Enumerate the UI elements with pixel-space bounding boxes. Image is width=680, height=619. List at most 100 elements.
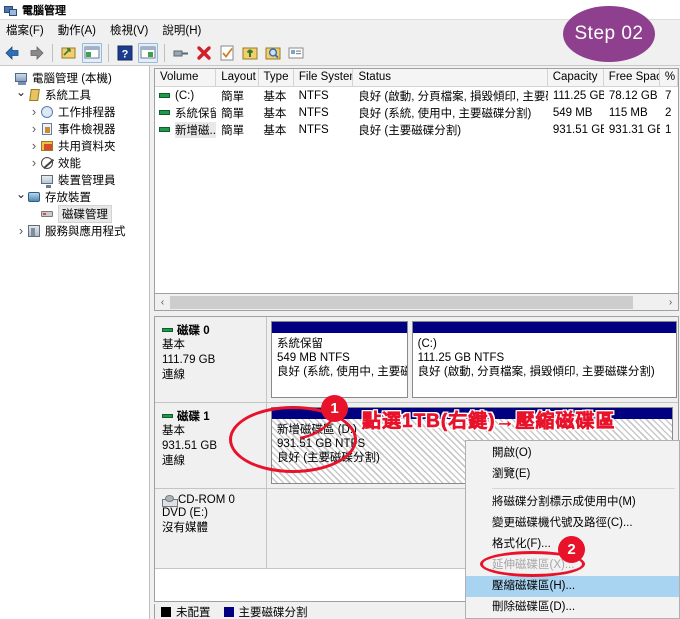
show-tree-icon[interactable] xyxy=(82,42,102,63)
partition-size: 111.25 GB NTFS xyxy=(417,352,505,364)
chevron-right-icon[interactable] xyxy=(28,122,40,135)
percent-cell: 7 xyxy=(664,89,672,102)
tree-item-label: 工作排程器 xyxy=(58,106,116,119)
tools-icon xyxy=(27,88,42,102)
volume-cell: 新增磁... xyxy=(155,121,217,138)
context-menu-item-8[interactable]: 刪除磁碟區(D)... xyxy=(466,597,679,618)
partition-color-bar xyxy=(412,322,676,333)
menu-view[interactable]: 檢視(V) xyxy=(110,22,148,38)
tree-item-7[interactable]: 存放裝置 xyxy=(2,188,149,205)
disk-name-label: CD-ROM 0 xyxy=(178,494,235,506)
free-space-cell: 931.31 GB xyxy=(608,123,660,136)
scroll-left-icon[interactable]: ‹ xyxy=(155,295,170,310)
help-icon[interactable]: ? xyxy=(115,43,135,63)
column-header-type[interactable]: Type xyxy=(259,69,294,86)
scrollbar-track[interactable] xyxy=(170,294,663,310)
disk-icon xyxy=(162,414,173,418)
percent-cell: 1 xyxy=(664,123,672,136)
volume-list[interactable]: Volume Layout Type File System Status Ca… xyxy=(154,68,679,294)
computer-management-icon xyxy=(4,3,18,17)
disk-management-icon xyxy=(40,207,55,221)
chevron-right-icon[interactable] xyxy=(28,105,40,118)
table-row[interactable]: 新增磁... 簡單 基本 NTFS 良好 (主要磁碟分割) 931.51 GB 931.31… xyxy=(155,121,678,138)
context-menu-item-4[interactable]: 變更磁碟機代號及路徑(C)... xyxy=(466,513,679,534)
tree-item-1[interactable]: 系統工具 xyxy=(2,86,149,103)
partition-title: (C:) xyxy=(417,338,437,350)
toolbar-separator xyxy=(52,43,53,62)
chevron-right-icon[interactable] xyxy=(28,139,40,152)
context-menu-item-7[interactable]: 壓縮磁碟區(H)... xyxy=(466,576,679,597)
column-header-percent[interactable]: % xyxy=(660,69,678,86)
tree-item-8[interactable]: 磁碟管理 xyxy=(2,204,149,223)
tree-item-5[interactable]: 效能 xyxy=(2,154,149,171)
clock-icon xyxy=(40,105,55,119)
disk-row-0[interactable]: 磁碟 0 基本 111.79 GB 連線 系統保留 549 MB NTFS 良好 (系統, … xyxy=(155,317,678,403)
disk-info-panel[interactable]: 磁碟 0 基本 111.79 GB 連線 xyxy=(155,317,267,402)
type-cell: 基本 xyxy=(263,124,287,137)
column-header-file-system[interactable]: File System xyxy=(294,69,354,86)
menu-file[interactable]: 檔案(F) xyxy=(6,22,44,38)
scroll-right-icon[interactable]: › xyxy=(663,295,678,310)
callout-badge-2-label: 2 xyxy=(567,541,576,558)
toolbar-separator xyxy=(164,43,165,62)
chevron-right-icon[interactable] xyxy=(15,224,27,237)
volume-name: (C:) xyxy=(175,89,195,102)
type-cell: 基本 xyxy=(263,90,287,103)
context-menu-item-0[interactable]: 開啟(O) xyxy=(466,443,679,464)
table-row[interactable]: 系統保留簡單 基本 NTFS 良好 (系統, 使用中, 主要磁碟分割) 549 MB 11… xyxy=(155,104,678,121)
tree-item-9[interactable]: 服務與應用程式 xyxy=(2,222,149,239)
context-menu-item-1[interactable]: 瀏覽(E) xyxy=(466,464,679,485)
disk-name-label: 磁碟 0 xyxy=(177,325,210,337)
volume-list-hscrollbar[interactable]: ‹ › xyxy=(154,294,679,311)
partition-block[interactable]: (C:) 111.25 GB NTFS 良好 (啟動, 分頁檔案, 損毀傾印, 主要… xyxy=(411,321,677,398)
up-folder-icon[interactable] xyxy=(59,43,79,63)
chevron-down-icon[interactable] xyxy=(15,191,27,203)
properties-icon[interactable] xyxy=(217,43,237,63)
forward-arrow-icon[interactable] xyxy=(26,43,46,63)
partition-block[interactable]: 系統保留 549 MB NTFS 良好 (系統, 使用中, 主要磁碟 xyxy=(271,321,408,398)
disk-info-panel[interactable]: CD-ROM 0 DVD (E:) 沒有媒體 xyxy=(155,489,267,568)
menu-help[interactable]: 說明(H) xyxy=(162,22,201,38)
disk-name-label: 磁碟 1 xyxy=(177,411,210,423)
column-header-volume[interactable]: Volume xyxy=(155,69,217,86)
tree-item-label: 電腦管理 (本機) xyxy=(32,72,112,85)
context-menu-item-3[interactable]: 將磁碟分割標示成使用中(M) xyxy=(466,492,679,513)
column-header-layout[interactable]: Layout xyxy=(216,69,259,86)
storage-icon xyxy=(27,190,42,204)
delete-icon[interactable] xyxy=(194,43,214,63)
disk-detail-line: 111.79 GB xyxy=(162,354,216,366)
column-header-free-space[interactable]: Free Space xyxy=(604,69,660,86)
partition-context-menu[interactable]: 開啟(O) 瀏覽(E) 將磁碟分割標示成使用中(M) 變更磁碟機代號及路徑(C)...… xyxy=(465,440,680,619)
event-viewer-icon xyxy=(40,122,55,136)
toolbar-separator xyxy=(108,43,109,62)
scrollbar-thumb[interactable] xyxy=(170,295,634,309)
tree-item-3[interactable]: 事件檢視器 xyxy=(2,120,149,137)
connect-icon[interactable] xyxy=(171,43,191,63)
performance-icon xyxy=(40,156,55,170)
disk-name: CD-ROM 0 xyxy=(162,494,266,507)
detail-view-icon[interactable] xyxy=(286,43,306,63)
status-cell: 良好 (啟動, 分頁檔案, 損毀傾印, 主要磁碟分割) xyxy=(358,90,548,103)
tree-item-2[interactable]: 工作排程器 xyxy=(2,103,149,120)
back-arrow-icon[interactable] xyxy=(3,43,23,63)
tree-item-6[interactable]: 裝置管理員 xyxy=(2,171,149,188)
column-header-status[interactable]: Status xyxy=(353,69,548,86)
menu-action[interactable]: 動作(A) xyxy=(58,22,96,38)
chevron-down-icon[interactable] xyxy=(15,89,27,101)
chevron-right-icon[interactable] xyxy=(28,156,40,169)
tree-item-4[interactable]: 共用資料夾 xyxy=(2,137,149,154)
window-title: 電腦管理 xyxy=(22,4,66,17)
show-action-pane-icon[interactable] xyxy=(138,42,158,63)
tree-item-0[interactable]: 電腦管理 (本機) xyxy=(2,69,149,86)
partition-status: 良好 (啟動, 分頁檔案, 損毀傾印, 主要磁碟分割) xyxy=(417,366,655,378)
disk-detail-line: 基本 xyxy=(162,339,185,351)
disk-info-panel[interactable]: 磁碟 1 基本 931.51 GB 連線 xyxy=(155,403,267,488)
tree-item-label: 裝置管理員 xyxy=(58,174,116,187)
table-row[interactable]: (C:) 簡單 基本 NTFS 良好 (啟動, 分頁檔案, 損毀傾印, 主要磁碟分割) 1… xyxy=(155,87,678,104)
export-icon[interactable] xyxy=(240,43,260,63)
column-header-capacity[interactable]: Capacity xyxy=(548,69,604,86)
callout-badge-2: 2 xyxy=(558,536,585,563)
shared-folder-icon xyxy=(40,139,55,153)
tree-item-label: 磁碟管理 xyxy=(58,204,112,223)
rescan-icon[interactable] xyxy=(263,43,283,63)
